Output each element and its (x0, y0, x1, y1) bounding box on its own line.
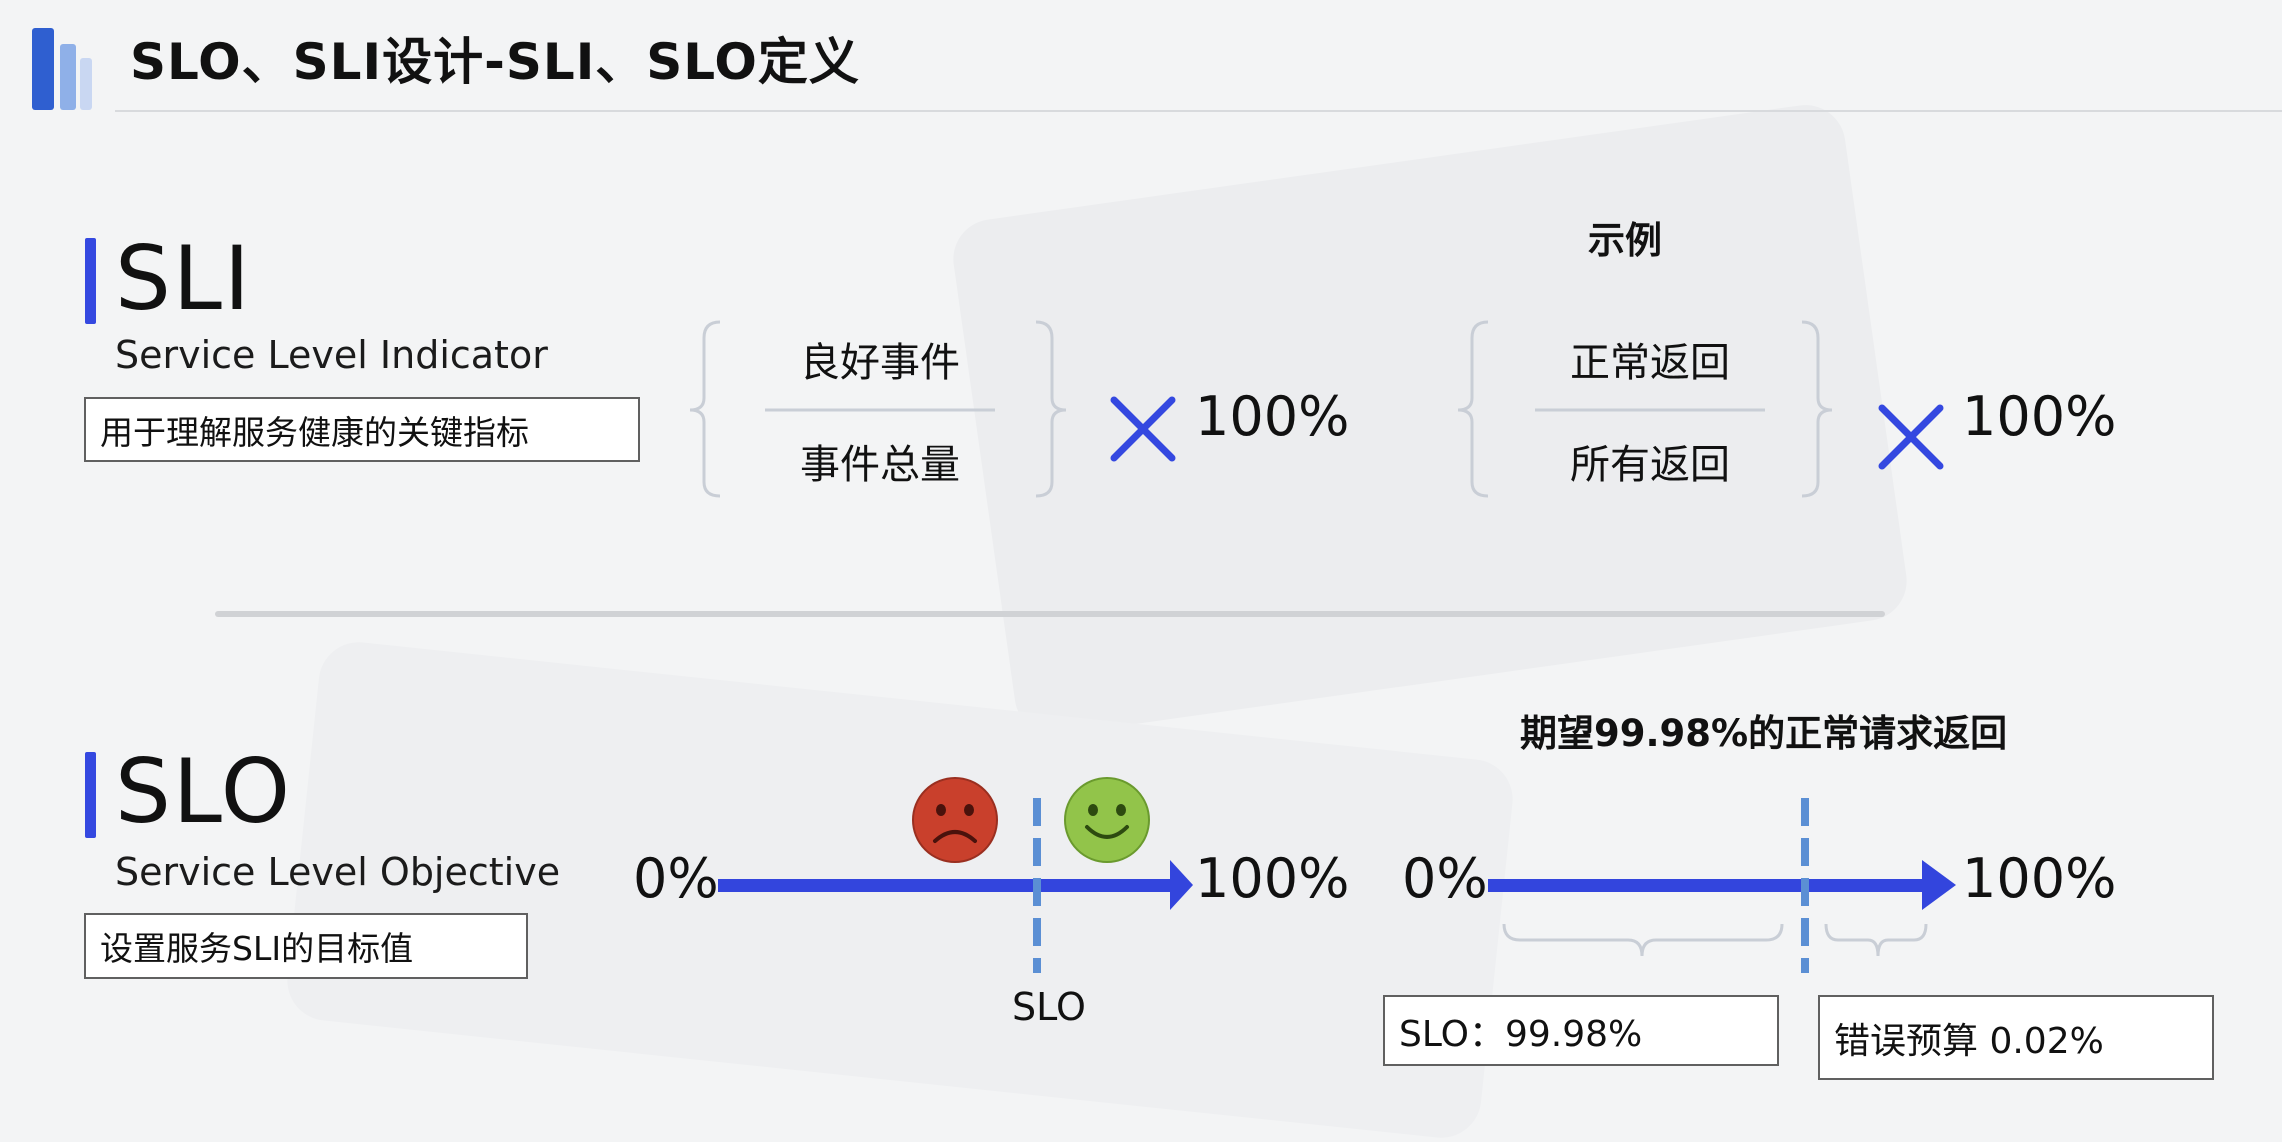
multiply-icon (1110, 396, 1176, 462)
slo-value-box: SLO：99.98% (1383, 995, 1779, 1066)
multiply-icon (1878, 404, 1944, 470)
happy-face-icon (1064, 777, 1150, 863)
logo-icon (60, 44, 76, 110)
sad-face-icon (912, 777, 998, 863)
example-label: 示例 (1588, 219, 1662, 262)
example-denominator: 所有返回 (1570, 442, 1730, 488)
slo-marker-line (1033, 798, 1041, 973)
example-percent: 100% (1962, 385, 2117, 448)
error-budget-box: 错误预算 0.02% (1818, 995, 2214, 1080)
logo-icon (32, 28, 54, 110)
slo-description-box: 设置服务SLI的目标值 (84, 913, 528, 979)
page-title: SLO、SLI设计-SLI、SLO定义 (130, 33, 860, 91)
slo-example-scale-start: 0% (1402, 847, 1488, 910)
sli-heading: SLI (115, 227, 252, 330)
sli-numerator: 良好事件 (800, 340, 960, 386)
sli-full-name: Service Level Indicator (115, 333, 548, 377)
slo-example-label: 期望99.98%的正常请求返回 (1520, 712, 2008, 755)
sli-denominator: 事件总量 (800, 442, 960, 488)
slo-example-marker-line (1801, 798, 1809, 973)
title-divider (115, 110, 2282, 112)
slo-scale-start: 0% (633, 847, 719, 910)
example-numerator: 正常返回 (1570, 340, 1730, 386)
sli-percent: 100% (1195, 385, 1350, 448)
slo-full-name: Service Level Objective (115, 850, 561, 894)
logo-icon (80, 58, 92, 110)
background-decoration (948, 99, 1912, 741)
slo-section-bar (85, 752, 96, 838)
slo-scale-end: 100% (1195, 847, 1350, 910)
sli-description-box: 用于理解服务健康的关键指标 (84, 397, 640, 462)
section-divider (215, 611, 1885, 617)
slo-example-scale-end: 100% (1962, 847, 2117, 910)
slo-example-arrow (1488, 860, 1956, 910)
slo-heading: SLO (115, 740, 293, 843)
slo-marker-label: SLO (1012, 985, 1086, 1029)
sli-section-bar (85, 238, 96, 324)
